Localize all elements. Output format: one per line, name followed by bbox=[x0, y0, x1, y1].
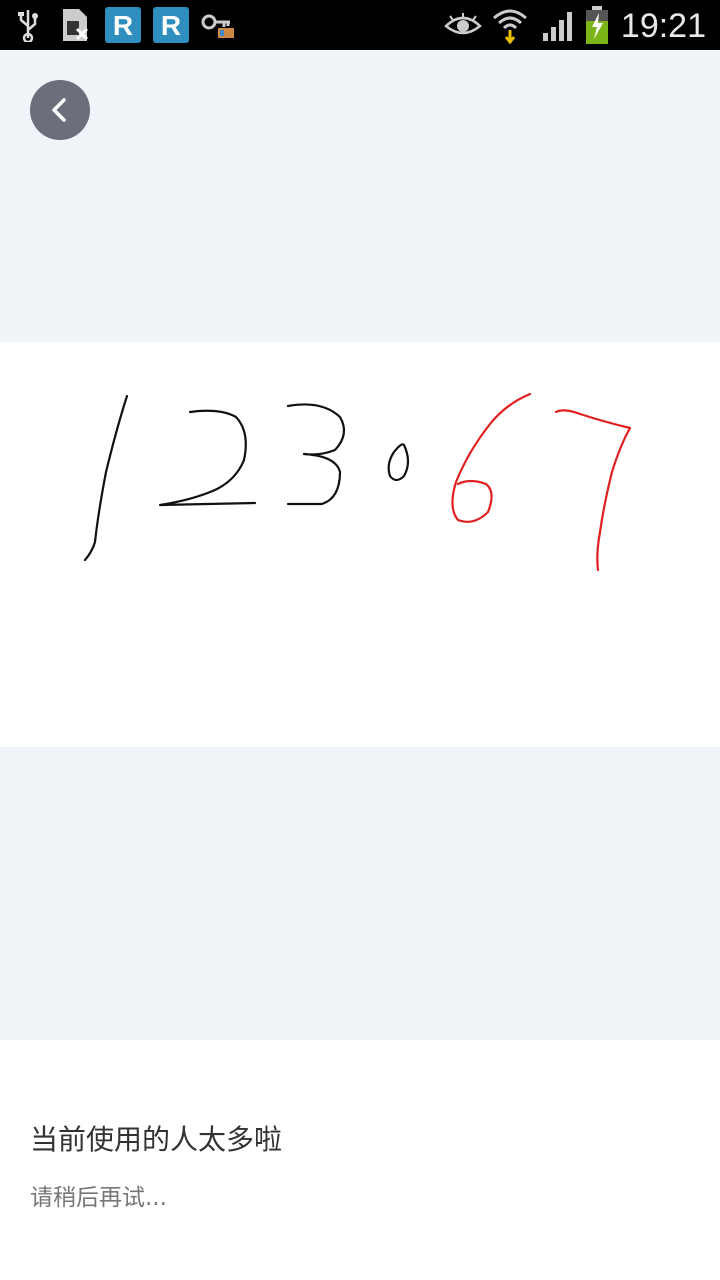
app-r-icon: R bbox=[152, 0, 190, 50]
stroke-digit-1 bbox=[83, 394, 129, 562]
stroke-digit-0 bbox=[387, 443, 410, 482]
content-spacer bbox=[0, 747, 720, 1040]
sim-card-icon bbox=[58, 0, 92, 50]
stroke-digit-2 bbox=[158, 409, 257, 507]
chevron-left-icon bbox=[52, 98, 66, 122]
handwriting-canvas[interactable] bbox=[0, 342, 720, 747]
stroke-digit-6 bbox=[451, 392, 532, 523]
status-clock: 19:21 bbox=[620, 7, 706, 45]
battery-charging-icon bbox=[582, 0, 612, 50]
header-area bbox=[0, 50, 720, 342]
status-bar: R R 19:21 bbox=[0, 0, 720, 50]
svg-text:R: R bbox=[113, 10, 133, 41]
eye-icon bbox=[444, 0, 482, 50]
usb-icon bbox=[14, 0, 42, 50]
stroke-digit-3 bbox=[286, 403, 346, 506]
stroke-digit-7 bbox=[554, 409, 632, 572]
signal-icon bbox=[540, 0, 578, 50]
wifi-icon bbox=[490, 0, 530, 50]
handwriting-strokes bbox=[83, 392, 632, 572]
app-r-icon: R bbox=[104, 0, 142, 50]
back-button[interactable] bbox=[30, 80, 90, 140]
keys-icon bbox=[200, 0, 238, 50]
message-subtitle: 请稍后再试... bbox=[30, 1185, 167, 1211]
message-title: 当前使用的人太多啦 bbox=[30, 1123, 283, 1156]
svg-text:R: R bbox=[161, 10, 181, 41]
message-panel: 当前使用的人太多啦 请稍后再试... bbox=[0, 1040, 720, 1280]
